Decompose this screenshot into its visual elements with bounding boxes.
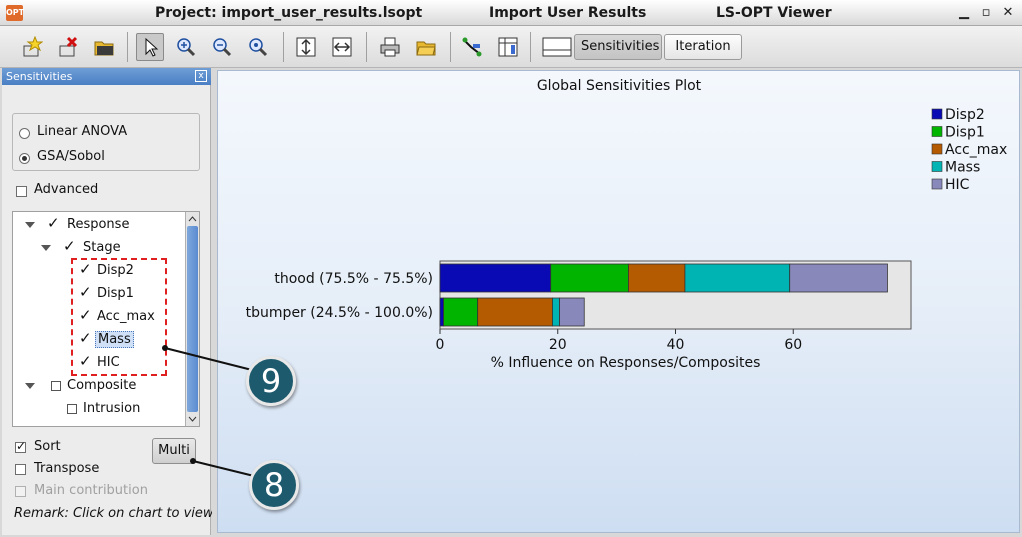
title-bar: OPT Project: import_user_results.lsopt I… (0, 0, 1022, 26)
scroll-up-icon[interactable] (186, 213, 199, 225)
table-tool-icon[interactable] (494, 33, 522, 61)
panel-title: Sensitivities (6, 70, 73, 83)
tree-scrollbar[interactable] (185, 212, 199, 426)
callout-badge-8: 8 (249, 460, 299, 510)
legend-swatch-disp2 (931, 108, 943, 120)
minimize-icon[interactable]: ▁ (955, 4, 973, 22)
highlight-box (71, 258, 167, 376)
zoom-in-icon[interactable] (172, 33, 200, 61)
legend-swatch-disp1 (931, 126, 943, 137)
close-icon[interactable]: ✕ (999, 4, 1017, 22)
main-contribution-checkbox (15, 486, 26, 497)
tree-item-composite[interactable]: Composite (67, 378, 136, 393)
sort-label[interactable]: Sort (34, 439, 61, 454)
gsa-sobol-radio[interactable] (19, 153, 30, 164)
tree-item-stage[interactable]: Stage (83, 240, 121, 255)
bar-disp2-0 (439, 263, 552, 293)
bar-mass-0 (684, 263, 791, 293)
response-tree[interactable]: ✓ Response ✓ Stage ✓ Disp2 ✓ Disp1 ✓ Acc… (12, 211, 200, 427)
legend-swatch-hic (931, 178, 943, 190)
expand-composite-icon[interactable] (25, 383, 35, 389)
maximize-icon[interactable]: ▫ (977, 4, 995, 22)
sensitivity-chart[interactable]: Global Sensitivities Plot thood (75.5% - … (218, 71, 1019, 532)
legend-label-disp1: Disp1 (945, 125, 985, 141)
toolbar: Sensitivities Iteration (0, 26, 1022, 68)
legend-label-acc-max: Acc_max (945, 142, 1007, 158)
transpose-label[interactable]: Transpose (34, 461, 99, 476)
sensitivities-panel: Sensitivities x Linear ANOVA GSA/Sobol A… (2, 68, 212, 535)
scroll-thumb[interactable] (187, 226, 198, 412)
x-axis-label: % Influence on Responses/Composites (491, 355, 761, 371)
delete-plot-icon[interactable] (54, 33, 82, 61)
composite-checkbox[interactable] (51, 381, 61, 391)
app-logo-icon: OPT (6, 5, 24, 21)
stage-check-icon[interactable]: ✓ (63, 237, 76, 255)
plot-area[interactable]: Global Sensitivities Plot thood (75.5% - … (217, 70, 1020, 533)
x-tick-label-60: 60 (784, 337, 802, 353)
print-icon[interactable] (376, 33, 404, 61)
fit-vertical-icon[interactable] (292, 33, 320, 61)
tree-item-intrusion[interactable]: Intrusion (83, 401, 140, 416)
bar-acc-max-0 (627, 263, 686, 293)
gsa-sobol-label[interactable]: GSA/Sobol (37, 149, 105, 164)
x-tick-label-20: 20 (549, 337, 567, 353)
iteration-button[interactable]: Iteration (664, 34, 742, 60)
bar-mass-1 (552, 297, 560, 327)
chart-title: Global Sensitivities Plot (537, 78, 702, 94)
callout-badge-9: 9 (246, 356, 296, 406)
window-title-section: Import User Results (489, 5, 647, 21)
legend-label-hic: HIC (945, 177, 970, 193)
x-tick-label-0: 0 (436, 337, 445, 353)
sensitivities-button[interactable]: Sensitivities (574, 34, 662, 60)
legend-swatch-mass (931, 161, 943, 172)
fit-horizontal-icon[interactable] (328, 33, 356, 61)
method-group: Linear ANOVA GSA/Sobol (12, 113, 200, 171)
multi-button[interactable]: Multi (152, 438, 196, 464)
panel-header: Sensitivities x (2, 68, 211, 85)
response-check-icon[interactable]: ✓ (47, 214, 60, 232)
linear-anova-label[interactable]: Linear ANOVA (37, 124, 127, 139)
category-label-1: tbumper (24.5% - 100.0%) (246, 305, 433, 321)
bar-disp1-1 (443, 297, 479, 327)
zoom-out-icon[interactable] (208, 33, 236, 61)
new-plot-icon[interactable] (18, 33, 46, 61)
layout-icon[interactable] (541, 33, 573, 61)
bar-hic-1 (559, 297, 585, 327)
bar-acc-max-1 (477, 297, 553, 327)
linear-anova-radio[interactable] (19, 128, 30, 139)
advanced-checkbox[interactable] (16, 186, 27, 197)
x-tick-label-40: 40 (667, 337, 685, 353)
scroll-down-icon[interactable] (186, 413, 199, 425)
expand-stage-icon[interactable] (41, 245, 51, 251)
pointer-icon[interactable] (136, 33, 164, 61)
bar-hic-0 (789, 263, 888, 293)
remark-text: Remark: Click on chart to view (14, 506, 212, 521)
panel-close-icon[interactable]: x (195, 70, 207, 82)
main-contribution-label: Main contribution (34, 483, 148, 498)
legend-label-disp2: Disp2 (945, 107, 985, 123)
zoom-fit-icon[interactable] (244, 33, 272, 61)
legend-swatch-acc-max (931, 143, 943, 155)
window-title-app: LS-OPT Viewer (716, 5, 832, 21)
expand-response-icon[interactable] (25, 222, 35, 228)
folder-icon[interactable] (412, 33, 440, 61)
bar-disp2-1 (439, 297, 444, 327)
tree-item-response[interactable]: Response (67, 217, 129, 232)
sort-checkbox[interactable] (15, 439, 26, 453)
transpose-checkbox[interactable] (15, 464, 26, 475)
open-folder-icon[interactable] (90, 33, 118, 61)
advanced-label[interactable]: Advanced (34, 182, 98, 197)
category-label-0: thood (75.5% - 75.5%) (274, 271, 433, 287)
legend-label-mass: Mass (945, 160, 980, 176)
bar-disp1-0 (550, 263, 629, 293)
intrusion-checkbox[interactable] (67, 404, 77, 414)
curve-tool-icon[interactable] (458, 33, 486, 61)
window-title-project: Project: import_user_results.lsopt (155, 5, 423, 21)
